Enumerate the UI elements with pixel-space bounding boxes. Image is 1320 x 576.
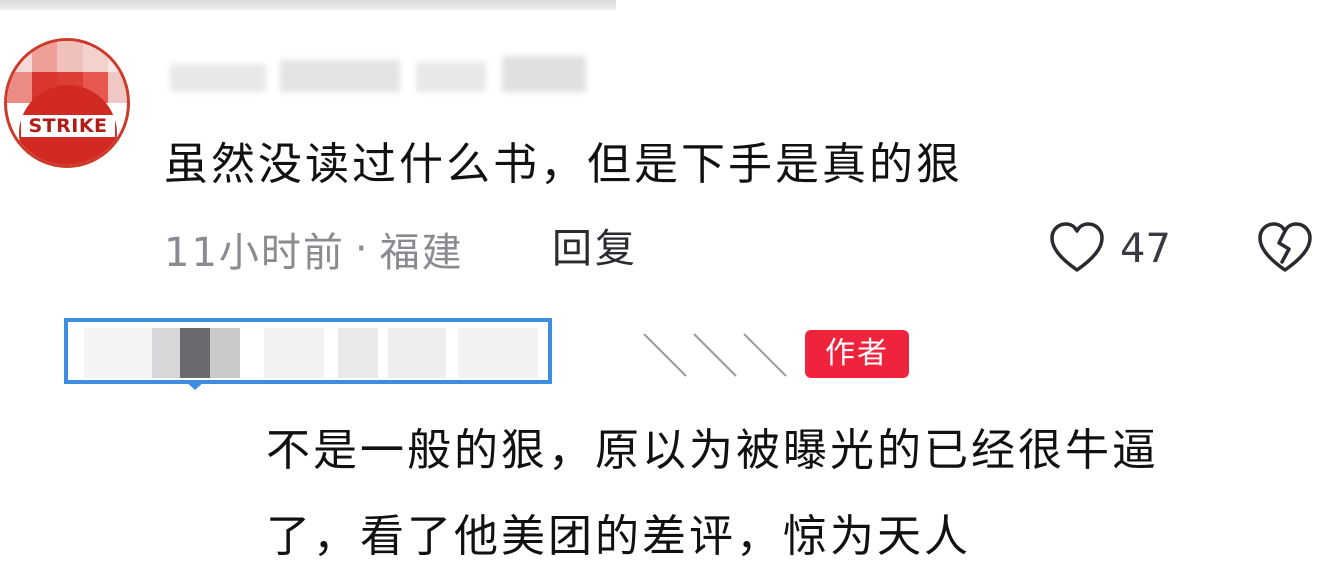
reply-body-line-2: 了，看了他美团的差评，惊为天人	[266, 511, 971, 562]
highlight-caret	[184, 380, 206, 390]
reply-username-redacted[interactable]	[64, 318, 552, 384]
username-redacted[interactable]	[140, 42, 610, 98]
avatar[interactable]: STRIKE	[4, 38, 130, 168]
comment-body: 虽然没读过什么书，但是下手是真的狠	[164, 139, 963, 190]
reply-button[interactable]: 回复	[552, 222, 638, 276]
avatar-logo-text: STRIKE	[21, 115, 115, 137]
comment-time: 11小时前	[164, 230, 345, 276]
top-divider	[0, 0, 616, 10]
reply-body-line-1: 不是一般的狠，原以为被曝光的已经很牛逼	[266, 425, 1159, 476]
like-count: 47	[1120, 226, 1171, 272]
comment-meta: 11小时前 · 福建	[164, 222, 464, 276]
author-badge: 作者	[805, 330, 909, 378]
comment-thread: STRIKE 虽然没读过什么书，但是下手是真的狠 11小时前 · 福建 回复 4…	[0, 0, 1320, 576]
comment-location: 福建	[379, 230, 464, 276]
redaction-slash-marks	[643, 333, 787, 377]
meta-separator: ·	[354, 226, 370, 272]
broken-heart-icon[interactable]	[1256, 220, 1314, 276]
heart-outline-icon[interactable]	[1048, 220, 1106, 276]
